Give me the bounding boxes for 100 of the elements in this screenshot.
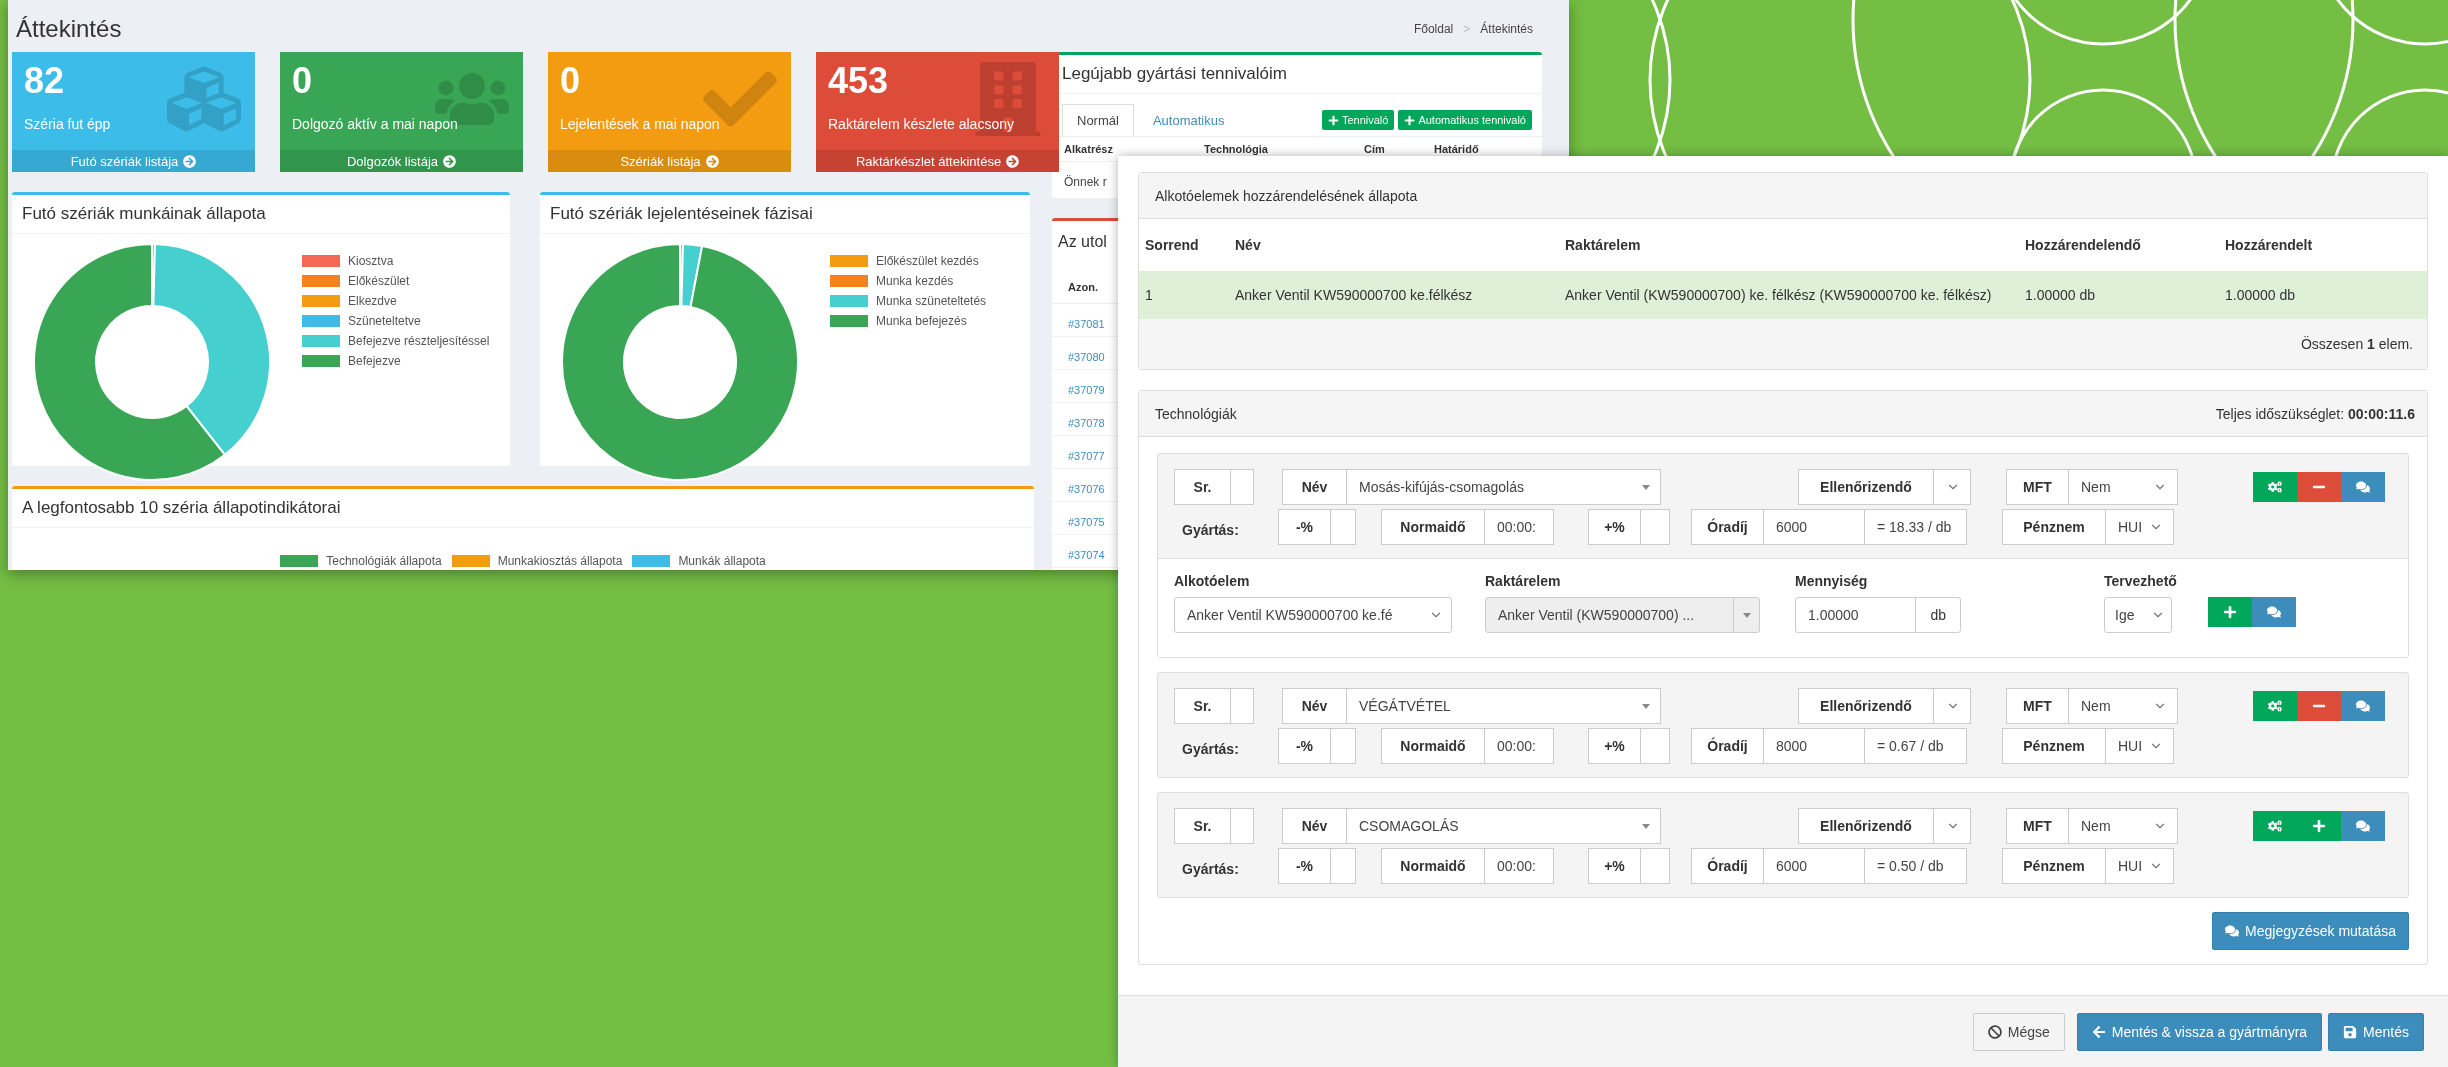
panel-title: Alkotóelemek hozzárendelésének állapota <box>1155 187 1418 204</box>
panel-title: Az utol <box>1058 233 1107 250</box>
panel-title: Futó szériák lejelentéseinek fázisai <box>540 195 1030 234</box>
add-button[interactable] <box>2297 811 2341 841</box>
save-and-back-button[interactable]: Mentés & vissza a gyártmányra <box>2076 1012 2323 1051</box>
column-header: Raktárelem <box>1565 237 1642 253</box>
legend-label: Munkakiosztás állapota <box>497 554 623 568</box>
column-header: Hozzárendelt <box>2225 237 2314 253</box>
plus-icon <box>1327 114 1339 126</box>
stat-value: 453 <box>828 60 889 102</box>
speech-bubbles-icon <box>2356 699 2370 713</box>
plus-icon <box>1404 114 1416 126</box>
show-notes-button[interactable]: Megjegyzések mutatása <box>2212 912 2409 950</box>
minus-percent-field[interactable]: -% <box>1278 509 1356 545</box>
column-label: Raktárelem <box>1485 573 1562 589</box>
legend-label: Szüneteltetve <box>348 314 421 328</box>
production-label: Gyártás: <box>1181 860 1240 877</box>
speech-bubbles-icon <box>2267 605 2281 619</box>
legend-label: Előkészület <box>348 274 410 288</box>
id-link[interactable]: #37076 <box>1068 483 1105 495</box>
column-header: Név <box>1235 237 1262 253</box>
plus-icon <box>2223 605 2237 619</box>
order-field[interactable]: Sr. <box>1174 688 1254 724</box>
settings-button[interactable] <box>2253 472 2297 502</box>
stat-label: Széria fut épp <box>24 116 111 132</box>
legend-label: Munka befejezés <box>876 314 967 328</box>
component-select[interactable]: Anker Ventil KW590000700 ke.fé <box>1174 597 1452 633</box>
minus-percent-field[interactable]: -% <box>1278 848 1356 884</box>
stat-value: 82 <box>24 60 65 102</box>
page-title: Áttekintés <box>16 15 122 43</box>
id-link[interactable]: #37077 <box>1068 450 1105 462</box>
legend-label: Munkák állapota <box>678 554 766 568</box>
tab[interactable]: Normál <box>1062 104 1134 136</box>
total-time: Teljes időszükséglet: 00:00:11.6 <box>2215 405 2415 422</box>
column-header: Alkatrész <box>1064 143 1114 155</box>
column-label: Tervezhető <box>2104 573 2178 589</box>
production-label: Gyártás: <box>1181 740 1240 757</box>
column-label: Mennyiség <box>1795 573 1869 589</box>
arrow-left-icon <box>2091 1024 2106 1039</box>
order-field[interactable]: Sr. <box>1174 808 1254 844</box>
id-link[interactable]: #37078 <box>1068 417 1105 429</box>
comments-button[interactable] <box>2341 472 2385 502</box>
legend-label: Elkezdve <box>348 294 397 308</box>
legend-label: Munka kezdés <box>876 274 954 288</box>
order-field[interactable]: Sr. <box>1174 469 1254 505</box>
legend-label: Technológiák állapota <box>326 554 442 568</box>
empty-message: Önnek r <box>1064 175 1107 189</box>
add-button[interactable] <box>2208 597 2252 627</box>
stat-value: 0 <box>292 60 313 102</box>
stat-label: Dolgozó aktív a mai napon <box>292 116 458 132</box>
breadcrumb-item[interactable]: Főoldal <box>1413 22 1454 36</box>
comments-button[interactable] <box>2341 811 2385 841</box>
speech-bubbles-icon <box>2225 924 2240 938</box>
legend-label: Előkészület kezdés <box>876 254 979 268</box>
panel-title: Futó szériák munkáinak állapota <box>12 195 510 234</box>
table-cell-text: 1.00000 db <box>2025 287 2097 303</box>
save-button[interactable]: Mentés <box>2328 1012 2424 1051</box>
plus-icon <box>2312 819 2326 833</box>
plannable-select[interactable]: Ige <box>2104 597 2172 633</box>
legend-label: Befejezve <box>348 354 401 368</box>
id-link[interactable]: #37079 <box>1068 384 1105 396</box>
stat-label: Raktárelem készlete alacsony <box>828 116 1014 132</box>
cancel-button[interactable]: Mégse <box>1972 1012 2065 1051</box>
ban-icon <box>1987 1024 2002 1039</box>
tile-footer-link[interactable]: Raktárkészlet áttekintése <box>816 150 1059 172</box>
total-count: Összesen 1 elem. <box>2300 336 2413 352</box>
table-cell-text: Anker Ventil (KW590000700) ke. félkész (KW590000700 ke. félkész) <box>1565 287 1993 303</box>
production-label: Gyártás: <box>1181 521 1240 538</box>
column-header: Sorrend <box>1145 237 1200 253</box>
minus-percent-field[interactable]: -% <box>1278 728 1356 764</box>
comments-button[interactable] <box>2252 597 2296 627</box>
gears-icon <box>2268 699 2282 713</box>
caret-icon <box>1742 612 1751 618</box>
id-link[interactable]: #37074 <box>1068 549 1105 561</box>
panel-title: Technológiák <box>1155 405 1237 422</box>
legend-label: Kiosztva <box>348 254 394 268</box>
tile-footer-link[interactable]: Dolgozók listája <box>280 150 523 172</box>
speech-bubbles-icon <box>2356 480 2370 494</box>
settings-button[interactable] <box>2253 691 2297 721</box>
id-link[interactable]: #37080 <box>1068 351 1105 363</box>
gears-icon <box>2268 480 2282 494</box>
legend-label: Befejezve részteljesítéssel <box>348 334 490 348</box>
id-link[interactable]: #37075 <box>1068 516 1105 528</box>
column-header: Technológia <box>1204 143 1269 155</box>
column-header: Cím <box>1364 143 1386 155</box>
legend-label: Munka szüneteltetés <box>876 294 987 308</box>
id-link[interactable]: #37081 <box>1068 318 1105 330</box>
stock-item-select: Anker Ventil (KW590000700) ... <box>1485 597 1760 633</box>
plus-percent-field[interactable]: +% <box>1588 848 1670 884</box>
plus-percent-field[interactable]: +% <box>1588 509 1670 545</box>
settings-button[interactable] <box>2253 811 2297 841</box>
breadcrumb-item: Áttekintés <box>1480 22 1533 36</box>
table-cell-text: 1 <box>1145 287 1154 303</box>
table-cell-text: Anker Ventil KW590000700 ke.félkész <box>1235 287 1474 303</box>
speech-bubbles-icon <box>2356 819 2370 833</box>
panel-title: A legfontosabb 10 széria állapotindikátorai <box>12 489 1034 528</box>
comments-button[interactable] <box>2341 691 2385 721</box>
plus-percent-field[interactable]: +% <box>1588 728 1670 764</box>
gears-icon <box>2268 819 2282 833</box>
breadcrumb-separator: > <box>1463 22 1471 36</box>
